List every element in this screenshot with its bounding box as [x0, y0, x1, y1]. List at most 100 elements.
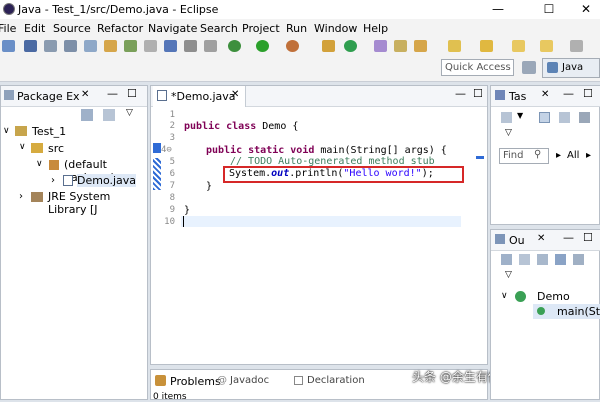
- menu-refactor[interactable]: Refactor: [97, 22, 143, 35]
- maximize-button[interactable]: ☐: [535, 0, 563, 18]
- quick-access-input[interactable]: Quick Access: [441, 59, 514, 76]
- menu-file[interactable]: File: [0, 22, 16, 35]
- chevron-right-icon[interactable]: ▸: [556, 150, 561, 161]
- tab-outline[interactable]: Ou: [509, 234, 525, 247]
- next-edit-icon[interactable]: [448, 40, 461, 52]
- next-annotation-icon[interactable]: [164, 40, 177, 52]
- collapse-all-icon[interactable]: [81, 109, 93, 121]
- close-icon[interactable]: ✕: [231, 89, 239, 100]
- open-type-icon[interactable]: [84, 40, 97, 52]
- close-icon[interactable]: ✕: [541, 89, 549, 100]
- hide-fields-icon[interactable]: [537, 254, 548, 265]
- pin-editor-icon[interactable]: [570, 40, 583, 52]
- chevron-down-icon[interactable]: ∨: [19, 142, 26, 152]
- menu-navigate[interactable]: Navigate: [148, 22, 197, 35]
- tab-package-explorer[interactable]: Package Ex: [17, 90, 80, 103]
- outline-class-demo[interactable]: Demo: [537, 290, 570, 303]
- last-edit-icon[interactable]: [480, 40, 493, 52]
- minimize-button[interactable]: —: [484, 0, 512, 18]
- menu-run[interactable]: Run: [286, 22, 307, 35]
- find-input[interactable]: Find ⚲: [499, 148, 549, 164]
- menu-source[interactable]: Source: [53, 22, 91, 35]
- code-line-5[interactable]: public static void main(String[] args) {: [206, 145, 447, 156]
- chevron-right-icon[interactable]: ›: [19, 191, 23, 202]
- minimize-view-icon[interactable]: —: [455, 87, 466, 100]
- close-icon[interactable]: ✕: [537, 233, 545, 244]
- view-menu-icon[interactable]: ▽: [505, 128, 512, 138]
- debug-icon[interactable]: [228, 40, 241, 52]
- sort-icon[interactable]: [519, 254, 530, 265]
- code-line-7[interactable]: System.out.println("Hello word!");: [229, 168, 434, 179]
- hide-static-icon[interactable]: [555, 254, 566, 265]
- search-toolbar-icon[interactable]: [394, 40, 407, 52]
- tab-problems[interactable]: Problems: [153, 372, 221, 390]
- menu-search[interactable]: Search: [200, 22, 238, 35]
- tab-task-list[interactable]: Tas: [509, 90, 526, 103]
- annotation-icon[interactable]: [144, 40, 157, 52]
- chevron-right-icon[interactable]: ▸: [586, 150, 591, 161]
- collapse-icon[interactable]: [579, 112, 590, 123]
- chevron-down-icon[interactable]: ∨: [501, 291, 508, 301]
- minimize-view-icon[interactable]: —: [563, 231, 574, 244]
- task-filter-all[interactable]: All: [567, 150, 579, 161]
- new-package-icon[interactable]: [322, 40, 335, 52]
- edit-icon[interactable]: [414, 40, 427, 52]
- open-task-list-icon[interactable]: [374, 40, 387, 52]
- menu-project[interactable]: Project: [242, 22, 280, 35]
- task-list-icon: [495, 90, 505, 100]
- close-icon[interactable]: ✕: [81, 89, 89, 100]
- collapse-all-icon[interactable]: [501, 254, 512, 265]
- find-placeholder: Find: [503, 150, 524, 161]
- link-editor-icon[interactable]: [103, 109, 115, 121]
- skip-breakpoints-icon[interactable]: [204, 40, 217, 52]
- hide-nonpublic-icon[interactable]: [573, 254, 584, 265]
- chevron-down-icon[interactable]: ∨: [36, 159, 43, 169]
- new-class-icon[interactable]: [344, 40, 357, 52]
- run-icon[interactable]: [256, 40, 269, 52]
- java-perspective-button[interactable]: Java: [542, 58, 600, 78]
- tree-item-src[interactable]: src: [48, 142, 64, 155]
- view-menu-icon[interactable]: ▽: [505, 270, 512, 280]
- save-all-icon[interactable]: [44, 40, 57, 52]
- minimize-view-icon[interactable]: —: [563, 87, 574, 100]
- tree-item-jre-library[interactable]: JRE System Library [J: [48, 190, 147, 216]
- minimize-view-icon[interactable]: —: [107, 87, 118, 100]
- tab-problems-label: Problems: [170, 375, 221, 388]
- tab-declaration[interactable]: Declaration: [307, 375, 365, 386]
- maximize-view-icon[interactable]: ☐: [583, 87, 593, 100]
- back-icon[interactable]: [512, 40, 525, 52]
- overview-ruler-marker[interactable]: [476, 156, 484, 159]
- menu-help[interactable]: Help: [363, 22, 388, 35]
- toggle-mark-icon[interactable]: [124, 40, 137, 52]
- view-menu-icon[interactable]: ▽: [126, 108, 133, 118]
- maximize-view-icon[interactable]: ☐: [127, 87, 137, 100]
- chevron-down-icon[interactable]: ∨: [3, 126, 10, 136]
- forward-icon[interactable]: [540, 40, 553, 52]
- outline-method-main[interactable]: main(Strir: [557, 305, 600, 318]
- print-icon[interactable]: [64, 40, 77, 52]
- tree-item-demo-java[interactable]: Demo.java: [77, 174, 137, 187]
- tab-javadoc[interactable]: Javadoc: [230, 375, 269, 386]
- open-task-icon[interactable]: [104, 40, 117, 52]
- new-icon[interactable]: [2, 40, 15, 52]
- menu-edit[interactable]: Edit: [24, 22, 45, 35]
- chevron-down-icon[interactable]: ▼: [517, 111, 523, 120]
- line-number-folding[interactable]: 4⊖: [161, 145, 183, 155]
- new-task-icon[interactable]: [501, 112, 512, 123]
- open-perspective-icon[interactable]: [522, 61, 536, 74]
- prev-annotation-icon[interactable]: [184, 40, 197, 52]
- save-icon[interactable]: [24, 40, 37, 52]
- maximize-view-icon[interactable]: ☐: [473, 87, 483, 100]
- maximize-view-icon[interactable]: ☐: [583, 231, 593, 244]
- tree-item-project[interactable]: Test_1: [32, 125, 66, 138]
- menu-window[interactable]: Window: [314, 22, 357, 35]
- categorize-icon[interactable]: [539, 112, 550, 123]
- close-button[interactable]: ✕: [572, 0, 600, 18]
- code-line-8[interactable]: }: [206, 181, 212, 192]
- filter-icon[interactable]: [559, 112, 570, 123]
- chevron-right-icon[interactable]: ›: [51, 175, 55, 186]
- code-line-10[interactable]: }: [184, 205, 190, 216]
- external-tools-icon[interactable]: [286, 40, 299, 52]
- code-line-3[interactable]: public class Demo {: [184, 121, 298, 132]
- editor-tab-demo[interactable]: *Demo.java ✕: [153, 86, 246, 107]
